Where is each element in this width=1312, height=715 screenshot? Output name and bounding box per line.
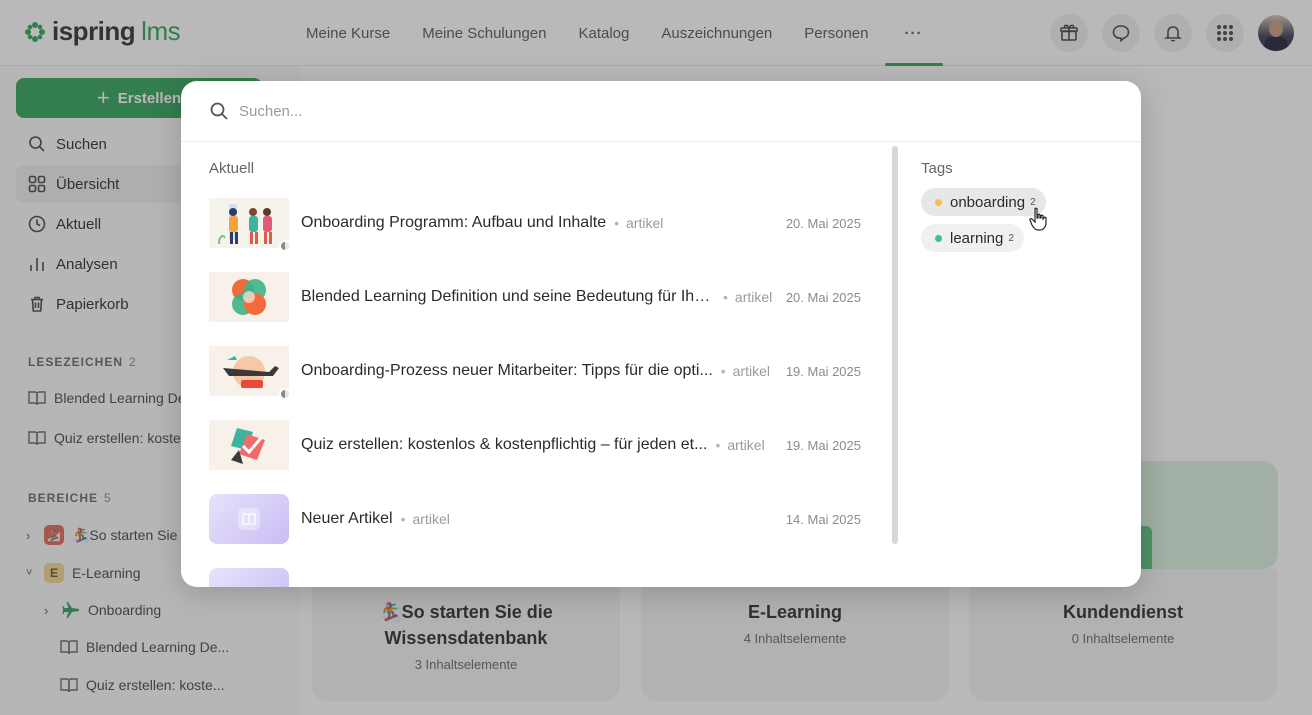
result-type: artikel: [715, 437, 764, 453]
result-type: artikel: [721, 363, 770, 379]
tag-color-dot: [935, 198, 942, 206]
search-result-row[interactable]: [209, 567, 861, 587]
tag-label: onboarding: [950, 193, 1026, 211]
tag-learning[interactable]: learning 2: [921, 224, 1024, 252]
search-modal: Aktuell Onboarding Programm: Aufbau und …: [181, 81, 1141, 587]
result-type: artikel: [723, 289, 772, 305]
tag-color-dot: [935, 234, 942, 242]
recent-heading: Aktuell: [209, 160, 255, 177]
result-title: Onboarding Programm: Aufbau und Inhalte: [301, 214, 607, 231]
tag-count: 2: [1008, 232, 1014, 244]
result-title: Neuer Artikel: [301, 510, 393, 527]
article-placeholder-icon: [238, 508, 260, 530]
result-date: 20. Mai 2025: [785, 289, 861, 305]
result-title: Onboarding-Prozess neuer Mitarbeiter: Ti…: [301, 362, 713, 379]
tags-heading: Tags: [921, 160, 953, 177]
tag-count: 2: [1030, 196, 1036, 208]
tag-label: learning: [950, 229, 1004, 247]
search-bar: [181, 81, 1141, 142]
results-scrollbar[interactable]: [892, 146, 898, 544]
result-thumbnail: [209, 346, 291, 400]
result-date: 20. Mai 2025: [785, 215, 861, 231]
result-title: Blended Learning Definition und seine Be…: [301, 288, 715, 305]
result-thumbnail: [209, 568, 289, 587]
search-result-row[interactable]: Onboarding-Prozess neuer Mitarbeiter: Ti…: [209, 345, 861, 400]
search-result-row[interactable]: Onboarding Programm: Aufbau und Inhalte …: [209, 197, 861, 252]
result-type: artikel: [401, 511, 450, 527]
half-circle-status-icon: [279, 240, 291, 252]
result-thumbnail: [209, 420, 289, 470]
search-result-row[interactable]: Neuer Artikel artikel 14. Mai 2025: [209, 493, 861, 545]
result-thumbnail: [209, 494, 289, 544]
search-result-row[interactable]: Quiz erstellen: kostenlos & kostenpflich…: [209, 419, 861, 471]
people-illustration-icon: [209, 198, 289, 248]
search-icon: [210, 102, 228, 120]
result-thumbnail: [209, 198, 291, 252]
blended-learning-illustration-icon: [209, 272, 289, 322]
search-result-row[interactable]: Blended Learning Definition und seine Be…: [209, 271, 861, 323]
tag-onboarding[interactable]: onboarding 2: [921, 188, 1046, 216]
quiz-illustration-icon: [209, 420, 289, 470]
result-title: Quiz erstellen: kostenlos & kostenpflich…: [301, 436, 708, 453]
result-date: 19. Mai 2025: [785, 363, 861, 379]
result-date: 14. Mai 2025: [785, 511, 861, 527]
half-circle-status-icon: [279, 388, 291, 400]
result-date: 19. Mai 2025: [785, 437, 861, 453]
result-thumbnail: [209, 272, 289, 322]
result-type: artikel: [614, 215, 663, 231]
airplane-illustration-icon: [209, 346, 289, 396]
search-input[interactable]: [239, 102, 839, 120]
hand-pointer-cursor-icon: [1029, 207, 1047, 231]
